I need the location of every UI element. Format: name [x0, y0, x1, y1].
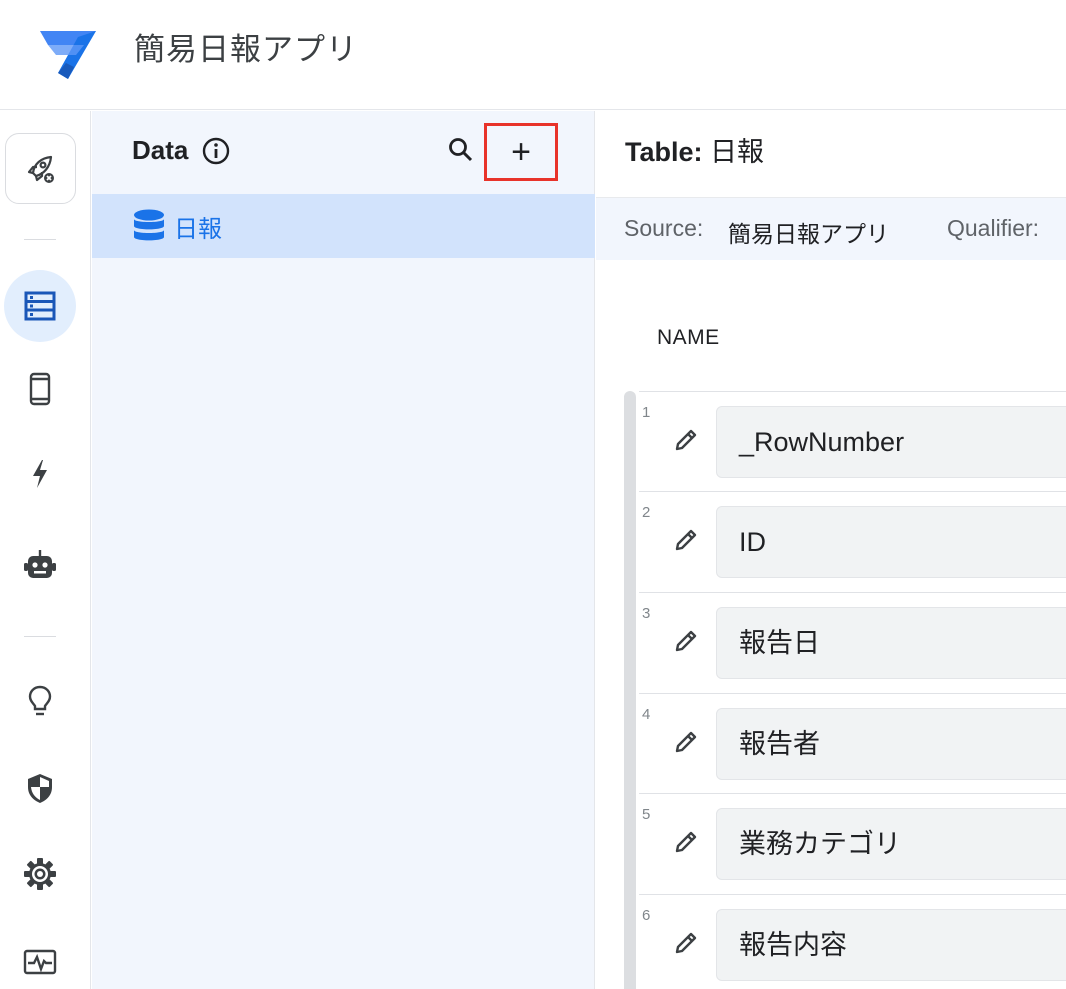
column-name-field[interactable]: 報告内容 — [716, 909, 1066, 981]
app-title: 簡易日報アプリ — [134, 32, 358, 67]
database-icon — [134, 209, 164, 241]
phone-icon — [29, 372, 51, 406]
robot-icon — [24, 550, 56, 578]
column-name-field[interactable]: ID — [716, 506, 1066, 578]
rail-divider — [24, 636, 56, 637]
add-table-button[interactable]: + — [484, 123, 558, 181]
data-panel: Data + 日報 — [92, 111, 595, 989]
nav-actions[interactable] — [4, 438, 76, 510]
row-number: 3 — [642, 605, 651, 622]
lightbulb-icon — [28, 685, 52, 716]
gear-icon — [24, 858, 56, 890]
lightning-icon — [33, 460, 47, 488]
nav-bots[interactable] — [4, 529, 76, 601]
data-panel-title: Data — [132, 135, 189, 165]
search-icon[interactable] — [446, 135, 476, 165]
row-number: 1 — [642, 404, 651, 421]
info-icon[interactable] — [201, 136, 231, 166]
plus-icon: + — [511, 133, 531, 171]
nav-rail — [0, 111, 91, 989]
nav-data[interactable] — [4, 270, 76, 342]
column-header-name: NAME — [657, 326, 720, 349]
pencil-icon[interactable] — [673, 427, 699, 453]
column-name-field[interactable]: 業務カテゴリ — [716, 808, 1066, 880]
column-row: 4 報告者 — [639, 693, 1066, 793]
pencil-icon[interactable] — [673, 729, 699, 755]
column-row: 5 業務カテゴリ — [639, 793, 1066, 893]
column-row: 3 報告日 — [639, 592, 1066, 692]
column-name-field[interactable]: 報告者 — [716, 708, 1066, 780]
pencil-icon[interactable] — [673, 829, 699, 855]
column-name-field[interactable]: 報告日 — [716, 607, 1066, 679]
row-number: 2 — [642, 504, 651, 521]
table-icon — [24, 291, 56, 321]
deploy-button[interactable] — [5, 133, 76, 204]
table-item-label: 日報 — [174, 215, 222, 243]
shield-icon — [28, 774, 52, 803]
column-row: 1 _RowNumber — [639, 391, 1066, 491]
drag-handle-track[interactable] — [624, 391, 636, 989]
appsheet-logo — [40, 31, 96, 79]
nav-security[interactable] — [4, 752, 76, 824]
nav-settings[interactable] — [4, 838, 76, 910]
row-number: 6 — [642, 907, 651, 924]
row-number: 4 — [642, 706, 651, 723]
nav-views[interactable] — [4, 353, 76, 425]
rail-divider — [24, 239, 56, 240]
pencil-icon[interactable] — [673, 628, 699, 654]
rocket-icon — [27, 155, 54, 183]
column-name-field[interactable]: _RowNumber — [716, 406, 1066, 478]
monitor-icon — [23, 949, 57, 975]
app-header: 簡易日報アプリ — [0, 0, 1066, 110]
table-title-name: 日報 — [710, 137, 765, 167]
pencil-icon[interactable] — [673, 930, 699, 956]
column-row: 2 ID — [639, 491, 1066, 591]
qualifier-label: Qualifier: — [947, 215, 1040, 241]
table-title-prefix: Table: — [625, 137, 703, 167]
table-item[interactable]: 日報 — [92, 194, 595, 258]
row-number: 5 — [642, 806, 651, 823]
nav-monitor[interactable] — [4, 927, 76, 989]
source-bar: Source: 簡易日報アプリ Qualifier: — [596, 197, 1066, 260]
source-label: Source: — [624, 215, 704, 241]
source-value: 簡易日報アプリ — [728, 221, 889, 247]
column-row: 6 報告内容 — [639, 894, 1066, 989]
table-title: Table: 日報 — [625, 135, 764, 169]
nav-intelligence[interactable] — [4, 665, 76, 737]
pencil-icon[interactable] — [673, 527, 699, 553]
table-editor: Table: 日報 Source: 簡易日報アプリ Qualifier: NAM… — [596, 111, 1066, 989]
